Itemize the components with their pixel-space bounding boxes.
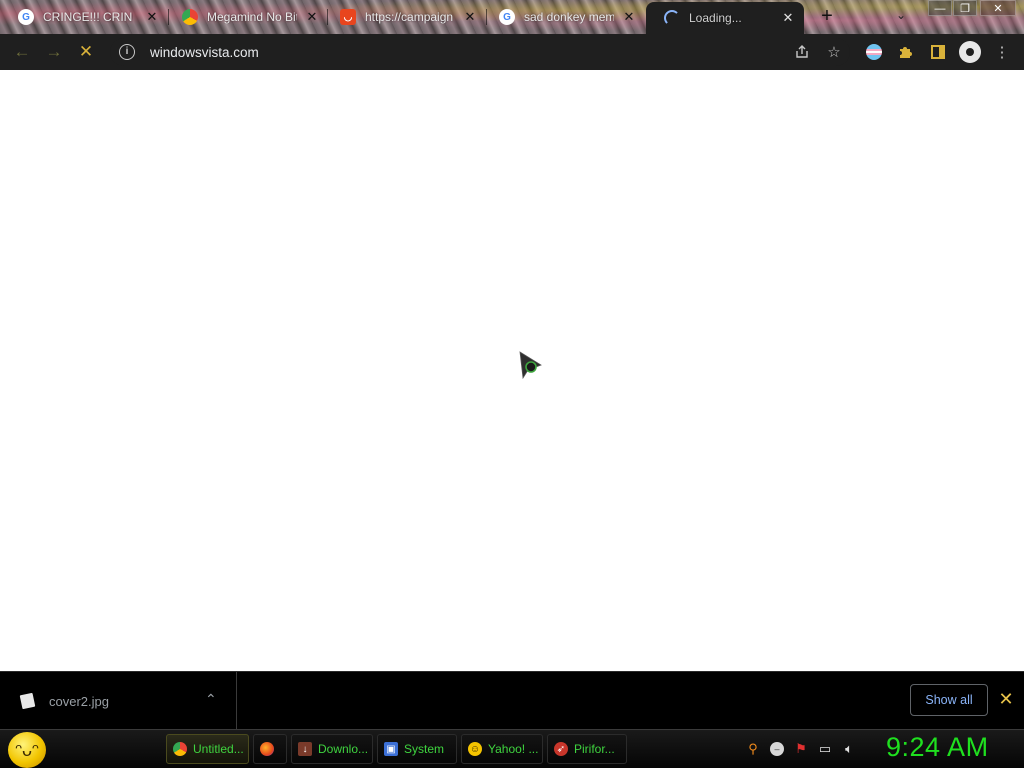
profile-avatar-icon[interactable] (958, 40, 982, 64)
share-icon[interactable] (790, 40, 814, 64)
taskbar-item-label: Untitled... (193, 742, 244, 756)
download-folder-icon: ↓ (298, 742, 312, 756)
side-panel-icon[interactable] (926, 40, 950, 64)
forward-button[interactable]: → (40, 34, 68, 70)
extensions-puzzle-icon[interactable] (894, 40, 918, 64)
taskbar-item-firefox[interactable] (253, 734, 287, 764)
tab-close-icon[interactable]: ✕ (621, 9, 637, 25)
close-download-bar-button[interactable]: ✕ (997, 689, 1015, 710)
download-bar: cover2.jpg ⌃ Show all ✕ (0, 671, 1024, 730)
minimize-button[interactable]: — (928, 0, 952, 16)
tab-title: Megamind No Bitches (207, 10, 297, 24)
action-center-flag-icon[interactable]: ⚑ (792, 740, 810, 758)
url-text[interactable]: windowsvista.com (150, 45, 259, 60)
tab-search-chevron-icon[interactable]: ⌄ (896, 8, 906, 22)
tab-close-icon[interactable]: ✕ (462, 9, 478, 25)
tab-megamind[interactable]: Megamind No Bitches ✕ (164, 0, 328, 34)
tab-title: Loading... (689, 11, 742, 25)
taskbar: ᵔᴗᵔ Untitled... ↓ Downlo... ▣ System ☺ Y… (0, 729, 1024, 768)
show-all-button[interactable]: Show all (910, 684, 988, 716)
taskbar-item-chrome[interactable]: Untitled... (166, 734, 249, 764)
firefox-icon (260, 742, 274, 756)
taskbar-item-label: Yahoo! ... (488, 742, 539, 756)
site-info-icon[interactable]: i (119, 44, 135, 60)
menu-kebab-icon[interactable]: ⋮ (990, 40, 1014, 64)
image-file-icon (19, 692, 36, 710)
search-icon[interactable]: ⚲ (744, 740, 762, 758)
yahoo-smiley-icon: ☺ (468, 742, 482, 756)
maximize-button[interactable]: ❐ (953, 0, 977, 16)
messenger-tray-icon[interactable]: – (768, 740, 786, 758)
tab-title: sad donkey meme (524, 10, 614, 24)
bookmark-star-icon[interactable]: ☆ (822, 40, 846, 64)
tab-strip: G CRINGE!!! CRINGE!!! CRINGE ✕ Megamind … (0, 0, 1024, 34)
tab-close-icon[interactable]: ✕ (304, 9, 320, 25)
chevron-up-icon[interactable]: ⌃ (205, 691, 217, 708)
network-icon[interactable]: ▭ (816, 740, 834, 758)
tab-close-icon[interactable]: ✕ (780, 10, 796, 26)
page-content-blank[interactable] (0, 70, 1024, 671)
taskbar-item-label: System (404, 742, 445, 756)
store-bag-icon: ◡ (340, 9, 356, 25)
address-bar[interactable]: i windowsvista.com (110, 38, 850, 66)
busy-cursor-icon (519, 351, 542, 380)
loading-spinner-icon (664, 10, 680, 26)
volume-icon[interactable]: 🔈︎ (840, 740, 858, 758)
tab-loading-active[interactable]: Loading... ✕ (646, 2, 804, 34)
download-item[interactable]: cover2.jpg ⌃ (0, 672, 237, 730)
tab-title: https://campaign (365, 10, 454, 24)
google-g-icon: G (18, 9, 34, 25)
download-file-name[interactable]: cover2.jpg (49, 694, 109, 709)
system-monitor-icon: ▣ (384, 742, 398, 756)
tab-sad-donkey[interactable]: G sad donkey meme ✕ (481, 0, 645, 34)
tab-cringe[interactable]: G CRINGE!!! CRINGE!!! CRINGE ✕ (0, 0, 168, 34)
start-button[interactable]: ᵔᴗᵔ (8, 732, 46, 768)
profile-flag-extension-icon[interactable] (862, 40, 886, 64)
taskbar-item-system[interactable]: ▣ System (377, 734, 457, 764)
tab-campaign[interactable]: ◡ https://campaign ✕ (322, 0, 486, 34)
smiley-face-icon: ᵔᴗᵔ (15, 739, 39, 760)
taskbar-item-label: Pirifor... (574, 742, 615, 756)
browser-toolbar: ← → ✕ i windowsvista.com ☆ ⋮ (0, 34, 1024, 70)
close-window-button[interactable]: ✕ (980, 0, 1016, 16)
stop-loading-button[interactable]: ✕ (72, 34, 100, 70)
taskbar-item-yahoo[interactable]: ☺ Yahoo! ... (461, 734, 543, 764)
chrome-icon (182, 9, 198, 25)
tab-title: CRINGE!!! CRINGE!!! CRINGE (43, 10, 133, 24)
taskbar-clock[interactable]: 9:24 AM (886, 732, 989, 763)
taskbar-item-downloads[interactable]: ↓ Downlo... (291, 734, 373, 764)
taskbar-item-piriform[interactable]: ➶ Pirifor... (547, 734, 627, 764)
piriform-icon: ➶ (554, 742, 568, 756)
taskbar-item-label: Downlo... (318, 742, 369, 756)
google-g-icon: G (499, 9, 515, 25)
new-tab-button[interactable]: + (816, 5, 838, 27)
chrome-icon (173, 742, 187, 756)
back-button[interactable]: ← (8, 34, 36, 70)
tab-close-icon[interactable]: ✕ (144, 9, 160, 25)
